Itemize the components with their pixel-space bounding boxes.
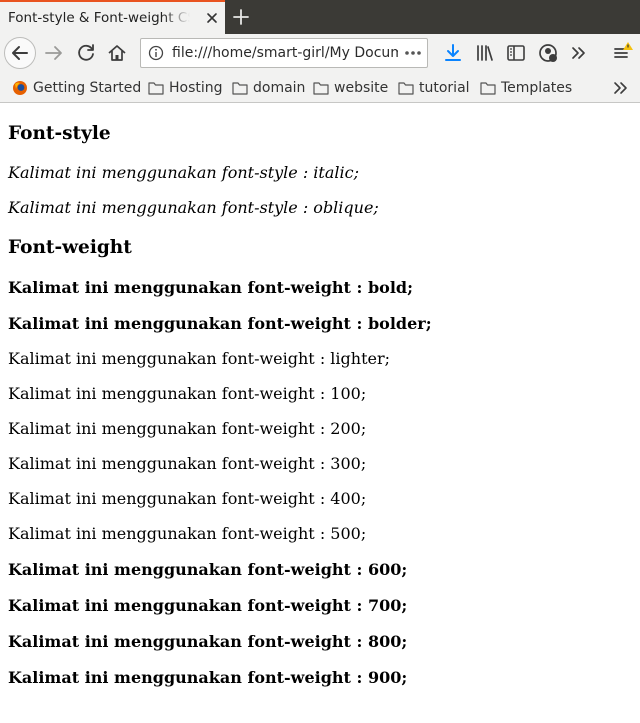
bookmark-website[interactable]: website — [313, 78, 388, 98]
text-italic: Kalimat ini menggunakan font-style : ita… — [8, 163, 359, 182]
folder-icon — [148, 82, 164, 95]
text-weight-200: Kalimat ini menggunakan font-weight : 20… — [8, 419, 367, 438]
sidebar-icon[interactable] — [504, 41, 528, 65]
home-icon[interactable] — [103, 39, 131, 67]
back-arrow-icon — [12, 46, 28, 60]
bookmark-label: website — [334, 80, 389, 96]
library-icon[interactable] — [473, 41, 497, 65]
navigation-bar: file:///home/smart-girl/My Documents — [0, 34, 640, 72]
tab-title: Font-style & Font-weight CSS — [8, 10, 190, 26]
url-text[interactable]: file:///home/smart-girl/My Documents — [172, 45, 398, 63]
menu-icon[interactable] — [610, 41, 634, 65]
bookmark-label: tutorial — [419, 80, 470, 96]
overflow-chevron-icon[interactable] — [567, 41, 591, 65]
account-icon[interactable] — [536, 41, 560, 65]
text-weight-300: Kalimat ini menggunakan font-weight : 30… — [8, 454, 367, 473]
folder-icon — [398, 82, 414, 95]
text-oblique: Kalimat ini menggunakan font-style : obl… — [8, 198, 379, 217]
page-actions-icon[interactable] — [403, 45, 423, 61]
bookmark-label: Hosting — [169, 80, 223, 96]
text-weight-700: Kalimat ini menggunakan font-weight : 70… — [8, 596, 408, 615]
tab-bar: Font-style & Font-weight CSS — [0, 0, 640, 34]
text-weight-600: Kalimat ini menggunakan font-weight : 60… — [8, 560, 408, 579]
heading-font-style: Font-style — [8, 123, 111, 144]
text-weight-900: Kalimat ini menggunakan font-weight : 90… — [8, 668, 408, 687]
close-tab-icon[interactable] — [205, 11, 219, 25]
bookmark-label: domain — [253, 80, 306, 96]
folder-icon — [480, 82, 496, 95]
reload-icon[interactable] — [72, 39, 100, 67]
bookmarks-overflow-icon[interactable] — [610, 78, 630, 98]
bookmark-tutorial[interactable]: tutorial — [398, 78, 470, 98]
firefox-icon — [13, 81, 27, 95]
folder-icon — [232, 82, 248, 95]
bookmark-getting-started[interactable]: Getting Started — [12, 78, 141, 98]
active-tab[interactable]: Font-style & Font-weight CSS — [0, 0, 225, 34]
bookmark-domain[interactable]: domain — [232, 78, 305, 98]
url-bar[interactable]: file:///home/smart-girl/My Documents — [140, 38, 428, 68]
bookmark-label: Getting Started — [33, 80, 142, 96]
download-icon[interactable] — [441, 41, 465, 65]
bookmark-label: Templates — [501, 80, 573, 96]
text-weight-800: Kalimat ini menggunakan font-weight : 80… — [8, 632, 408, 651]
folder-icon — [313, 82, 329, 95]
page-content: Font-style Kalimat ini menggunakan font-… — [0, 103, 640, 723]
bookmark-hosting[interactable]: Hosting — [148, 78, 223, 98]
forward-arrow-icon[interactable] — [40, 39, 68, 67]
text-weight-lighter: Kalimat ini menggunakan font-weight : li… — [8, 349, 391, 368]
bookmarks-toolbar: Getting Started Hosting domain website t… — [0, 72, 640, 103]
text-weight-bolder: Kalimat ini menggunakan font-weight : bo… — [8, 314, 432, 333]
bookmark-templates[interactable]: Templates — [480, 78, 572, 98]
text-weight-bold: Kalimat ini menggunakan font-weight : bo… — [8, 278, 413, 297]
info-icon[interactable] — [148, 45, 164, 61]
back-button[interactable] — [4, 37, 36, 69]
new-tab-icon[interactable] — [230, 6, 252, 28]
text-weight-100: Kalimat ini menggunakan font-weight : 10… — [8, 384, 367, 403]
heading-font-weight: Font-weight — [8, 237, 132, 258]
text-weight-500: Kalimat ini menggunakan font-weight : 50… — [8, 524, 367, 543]
text-weight-400: Kalimat ini menggunakan font-weight : 40… — [8, 489, 367, 508]
